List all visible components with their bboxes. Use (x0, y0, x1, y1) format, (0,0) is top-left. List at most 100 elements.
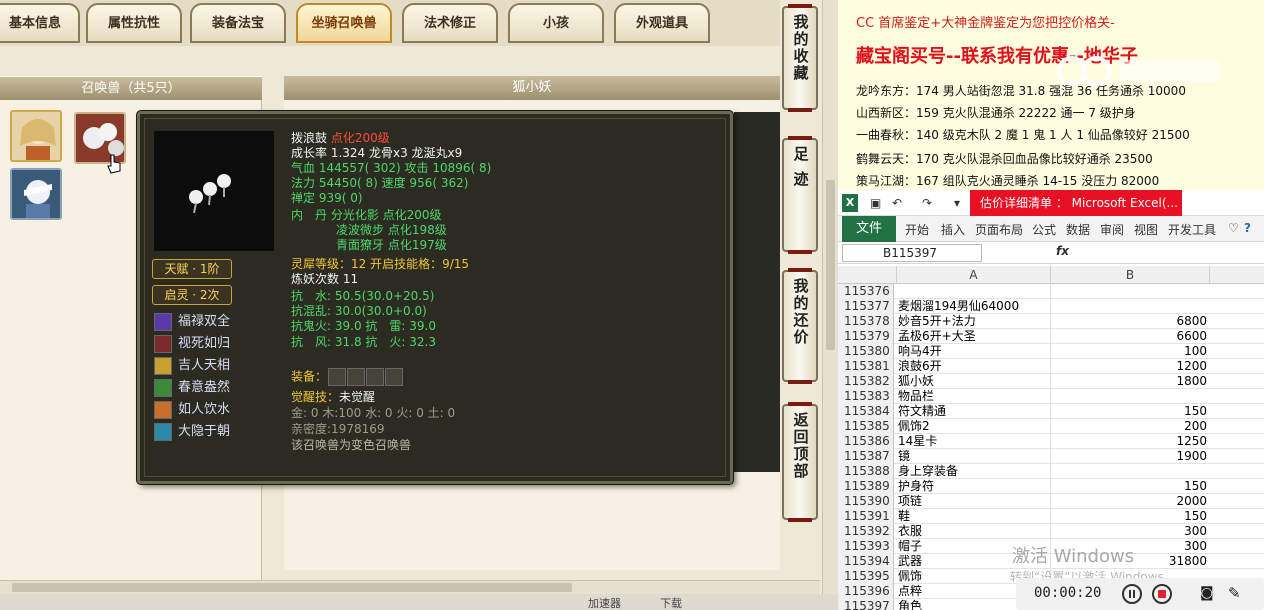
cell-b[interactable] (1050, 464, 1209, 479)
tab-appearance[interactable]: 外观道具 (614, 3, 710, 43)
cell-a[interactable]: 项链 (896, 494, 1050, 509)
cell-a[interactable]: 符文精通 (896, 404, 1050, 419)
ribbon-tab-page-layout[interactable]: 页面布局 (975, 221, 1023, 238)
cell-a[interactable]: 麦烟溜194男仙64000 (896, 299, 1050, 314)
row-number[interactable]: 115384 (838, 404, 894, 419)
pet-thumb-1[interactable] (10, 110, 62, 162)
pen-icon[interactable]: ✎ (1228, 584, 1241, 602)
row-number[interactable]: 115382 (838, 374, 894, 389)
pet-thumb-3[interactable] (10, 168, 62, 220)
tab-equipment[interactable]: 装备法宝 (190, 3, 286, 43)
scroll-thumb[interactable] (12, 583, 572, 592)
skill-item[interactable]: 福禄双全 (154, 312, 230, 332)
cell-b[interactable]: 200 (1050, 419, 1209, 434)
equip-slot[interactable] (328, 368, 347, 386)
cell-a[interactable]: 物品栏 (896, 389, 1050, 404)
row-number[interactable]: 115393 (838, 539, 894, 554)
row-number[interactable]: 115387 (838, 449, 894, 464)
column-header-b[interactable]: B (1050, 266, 1209, 284)
ribbon-tab-formulas[interactable]: 公式 (1032, 221, 1056, 238)
row-number[interactable]: 115383 (838, 389, 894, 404)
skill-item[interactable]: 吉人天相 (154, 356, 230, 376)
skill-item[interactable]: 大隐于朝 (154, 422, 230, 442)
ribbon-collapse-icon[interactable]: ♡ (1228, 221, 1239, 235)
cell-b[interactable]: 100 (1050, 344, 1209, 359)
cell-a[interactable]: 鞋 (896, 509, 1050, 524)
cell-a[interactable]: 护身符 (896, 479, 1050, 494)
row-number[interactable]: 115377 (838, 299, 894, 314)
equip-slot[interactable] (366, 368, 385, 386)
skill-item[interactable]: 春意盎然 (154, 378, 230, 398)
tab-children[interactable]: 小孩 (508, 3, 604, 43)
skill-item[interactable]: 如人饮水 (154, 400, 230, 420)
cell-b[interactable] (1050, 284, 1209, 299)
cell-b[interactable]: 1250 (1050, 434, 1209, 449)
cell-b[interactable]: 150 (1050, 404, 1209, 419)
cell-b[interactable]: 2000 (1050, 494, 1209, 509)
save-icon[interactable]: ▣ (870, 196, 881, 210)
cell-b[interactable]: 1200 (1050, 359, 1209, 374)
cell-b[interactable]: 300 (1050, 524, 1209, 539)
row-number[interactable]: 115386 (838, 434, 894, 449)
cell-b[interactable]: 1800 (1050, 374, 1209, 389)
row-number[interactable]: 115395 (838, 569, 894, 584)
ribbon-tab-view[interactable]: 视图 (1134, 221, 1158, 238)
side-button-back-to-top[interactable]: 返回顶部 (782, 402, 818, 522)
row-number[interactable]: 115379 (838, 329, 894, 344)
cell-b[interactable]: 6600 (1050, 329, 1209, 344)
row-number[interactable]: 115397 (838, 599, 894, 610)
side-button-favorites[interactable]: 我的收藏 (782, 4, 818, 112)
cell-a[interactable]: 佩饰2 (896, 419, 1050, 434)
cell-b[interactable] (1050, 389, 1209, 404)
vertical-scrollbar[interactable] (822, 0, 838, 594)
cell-a[interactable]: 妙音5开+法力 (896, 314, 1050, 329)
row-number[interactable]: 115391 (838, 509, 894, 524)
equip-slot[interactable] (385, 368, 404, 386)
cell-b[interactable]: 6800 (1050, 314, 1209, 329)
row-number[interactable]: 115381 (838, 359, 894, 374)
side-button-my-offers[interactable]: 我的还价 (782, 268, 818, 384)
cell-a[interactable]: 浪鼓6开 (896, 359, 1050, 374)
skill-item[interactable]: 视死如归 (154, 334, 230, 354)
row-number[interactable]: 115396 (838, 584, 894, 599)
row-number[interactable]: 115385 (838, 419, 894, 434)
cell-b[interactable]: 150 (1050, 479, 1209, 494)
cell-a[interactable]: 身上穿装备 (896, 464, 1050, 479)
equip-slot[interactable] (347, 368, 366, 386)
cell-b[interactable]: 150 (1050, 509, 1209, 524)
accelerator-label[interactable]: 加速器 (588, 595, 621, 610)
row-number[interactable]: 115378 (838, 314, 894, 329)
row-number[interactable]: 115394 (838, 554, 894, 569)
cell-b[interactable]: 1900 (1050, 449, 1209, 464)
undo-icon[interactable]: ↶ (892, 196, 902, 210)
cell-a[interactable]: 14星卡 (896, 434, 1050, 449)
ribbon-tab-insert[interactable]: 插入 (941, 221, 965, 238)
row-number[interactable]: 115392 (838, 524, 894, 539)
cell-a[interactable]: 孟极6开+大圣 (896, 329, 1050, 344)
camera-icon[interactable]: ◙ (1200, 585, 1214, 601)
column-header-a[interactable]: A (896, 266, 1050, 284)
row-number[interactable]: 115388 (838, 464, 894, 479)
ribbon-tab-data[interactable]: 数据 (1066, 221, 1090, 238)
help-icon[interactable]: ? (1244, 221, 1251, 235)
cell-a[interactable]: 镜 (896, 449, 1050, 464)
side-button-footprints[interactable]: 足迹 (782, 136, 818, 254)
stop-icon[interactable] (1152, 584, 1172, 604)
row-number[interactable]: 115376 (838, 284, 894, 299)
ribbon-tab-developer[interactable]: 开发工具 (1168, 221, 1216, 238)
scroll-thumb[interactable] (826, 180, 835, 350)
tab-basic-info[interactable]: 基本信息 (0, 3, 80, 43)
name-box[interactable]: B115397 (842, 244, 982, 262)
download-label[interactable]: 下载 (660, 595, 682, 610)
row-number[interactable]: 115390 (838, 494, 894, 509)
tab-spells[interactable]: 法术修正 (402, 3, 498, 43)
row-number[interactable]: 115389 (838, 479, 894, 494)
ribbon-tab-review[interactable]: 审阅 (1100, 221, 1124, 238)
cell-b[interactable] (1050, 299, 1209, 314)
cell-a[interactable]: 响马4开 (896, 344, 1050, 359)
horizontal-scrollbar[interactable] (0, 580, 820, 594)
column-header-c[interactable] (1209, 266, 1264, 284)
file-tab[interactable]: 文件 (842, 216, 896, 242)
redo-icon[interactable]: ↷ (922, 196, 932, 210)
tab-attributes[interactable]: 属性抗性 (86, 3, 182, 43)
